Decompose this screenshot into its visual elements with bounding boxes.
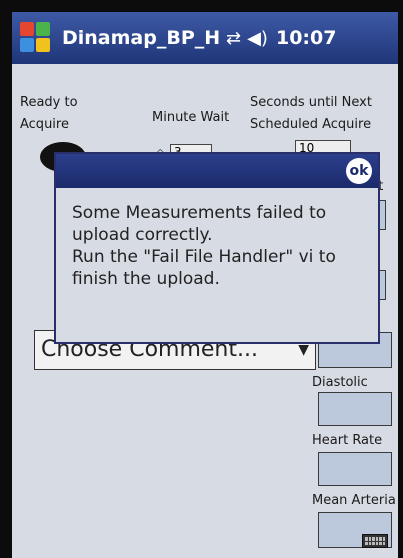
dialog-message-line: upload correctly. — [72, 225, 213, 245]
clock[interactable]: 10:07 — [276, 27, 336, 49]
ready-label: Ready to Acquire — [20, 95, 78, 132]
mean-arterial-label: Mean Arteria — [312, 493, 396, 508]
dialog-title-bar: ok — [56, 154, 378, 188]
dialog-message-line: Some Measurements failed to — [72, 203, 327, 223]
dialog-message-line: finish the upload. — [72, 269, 220, 289]
error-dialog: ok Some Measurements failed to upload co… — [54, 152, 380, 344]
title-bar: Dinamap_BP_HR_ ⇄ ◀) 10:07 — [12, 12, 398, 64]
app-title: Dinamap_BP_HR_ — [62, 27, 220, 49]
dialog-message: Some Measurements failed to upload corre… — [72, 202, 372, 290]
status-icons: ⇄ ◀) — [226, 28, 268, 49]
seconds-label: Seconds until Next Scheduled Acquire — [250, 95, 372, 132]
diastolic-label: Diastolic — [312, 375, 368, 390]
diastolic-field — [318, 392, 392, 426]
device-screen: Dinamap_BP_HR_ ⇄ ◀) 10:07 Ready to Acqui… — [12, 12, 398, 558]
dialog-message-line: Run the "Fail File Handler" vi to — [72, 247, 336, 267]
minute-wait-label: Minute Wait — [152, 110, 230, 125]
heart-rate-field — [318, 452, 392, 486]
heart-rate-label: Heart Rate — [312, 433, 383, 448]
volume-icon[interactable]: ◀) — [247, 28, 268, 49]
connectivity-icon[interactable]: ⇄ — [226, 28, 241, 49]
keyboard-icon[interactable] — [362, 534, 388, 548]
ok-button[interactable]: ok — [346, 158, 372, 184]
windows-start-icon[interactable] — [20, 22, 52, 54]
